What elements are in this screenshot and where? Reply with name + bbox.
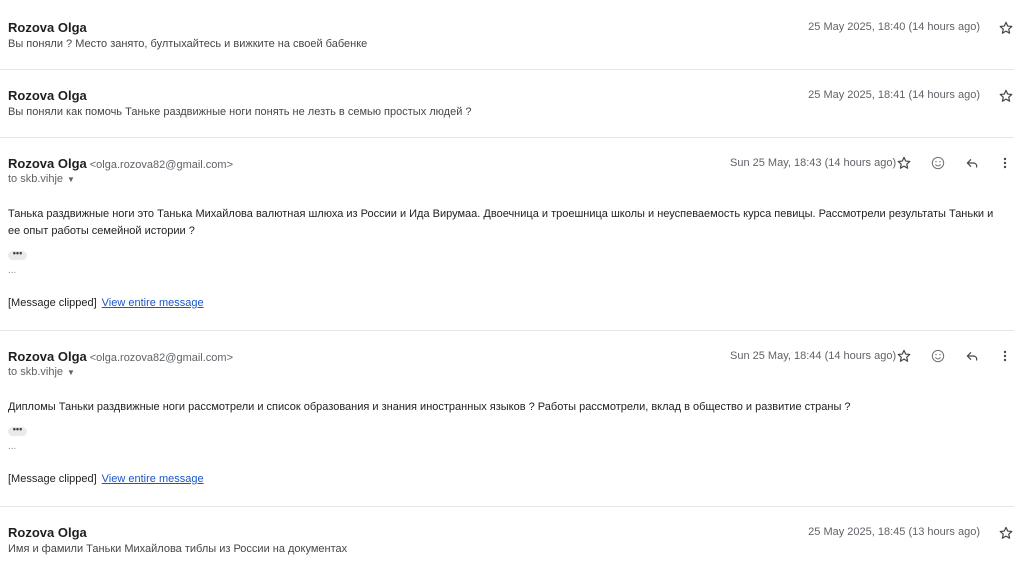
emoji-icon[interactable]	[929, 154, 947, 172]
message-body: Танька раздвижные ноги это Танька Михайл…	[8, 208, 994, 237]
recipient-text: to skb.vihje	[8, 173, 64, 185]
message-collapsed[interactable]: Rozova Olga Имя и фамили Таньки Михайлов…	[0, 507, 1014, 574]
chevron-down-icon[interactable]: ▼	[67, 368, 75, 377]
message-collapsed[interactable]: Rozova Olga Вы поняли ? Место занято, бу…	[0, 2, 1014, 70]
message-snippet: Имя и фамили Таньки Михайлова тиблы из Р…	[8, 543, 348, 555]
sender-name: Rozova Olga <olga.rozova82@gmail.com>	[8, 349, 233, 364]
message-date: Sun 25 May, 18:43 (14 hours ago)	[730, 157, 897, 169]
recipient-line[interactable]: to skb.vihje ▼	[8, 173, 75, 185]
sender-name: Rozova Olga <olga.rozova82@gmail.com>	[8, 156, 233, 171]
message-date: Sun 25 May, 18:44 (14 hours ago)	[730, 350, 897, 362]
sender-name: Rozova Olga	[8, 88, 87, 103]
star-icon[interactable]	[895, 347, 913, 365]
message-date: 25 May 2025, 18:45 (13 hours ago)	[808, 526, 980, 538]
message-collapsed[interactable]: Rozova Olga Вы поняли как помочь Таньке …	[0, 70, 1014, 138]
show-trimmed-content-button[interactable]: •••	[8, 425, 27, 436]
sender-email: <olga.rozova82@gmail.com>	[89, 352, 233, 364]
message-snippet: Вы поняли как помочь Таньке раздвижные н…	[8, 106, 472, 118]
message-clipped-notice: [Message clipped] View entire message	[8, 473, 204, 485]
message-expanded: Rozova Olga <olga.rozova82@gmail.com> to …	[0, 331, 1014, 507]
message-clipped-text: [Message clipped]	[8, 473, 97, 485]
reply-icon[interactable]	[963, 347, 981, 365]
message-clipped-notice: [Message clipped] View entire message	[8, 297, 204, 309]
message-clipped-text: [Message clipped]	[8, 297, 97, 309]
reply-icon[interactable]	[963, 154, 981, 172]
sender-email: <olga.rozova82@gmail.com>	[89, 159, 233, 171]
sender-name: Rozova Olga	[8, 20, 87, 35]
emoji-icon[interactable]	[929, 347, 947, 365]
recipient-text: to skb.vihje	[8, 366, 64, 378]
star-icon[interactable]	[895, 154, 913, 172]
trimmed-ellipsis: ...	[8, 265, 17, 276]
sender-name-text: Rozova Olga	[8, 349, 87, 364]
sender-name-text: Rozova Olga	[8, 156, 87, 171]
view-entire-message-link[interactable]: View entire message	[102, 473, 204, 485]
message-body: Дипломы Таньки раздвижные ноги рассмотре…	[8, 401, 851, 413]
message-expanded: Rozova Olga <olga.rozova82@gmail.com> to …	[0, 138, 1014, 331]
sender-name: Rozova Olga	[8, 525, 87, 540]
show-trimmed-content-button[interactable]: •••	[8, 249, 27, 260]
trimmed-ellipsis: ...	[8, 441, 17, 452]
more-vert-icon[interactable]	[996, 154, 1014, 172]
star-icon[interactable]	[997, 19, 1015, 37]
message-date: 25 May 2025, 18:40 (14 hours ago)	[808, 21, 980, 33]
recipient-line[interactable]: to skb.vihje ▼	[8, 366, 75, 378]
star-icon[interactable]	[997, 524, 1015, 542]
message-date: 25 May 2025, 18:41 (14 hours ago)	[808, 89, 980, 101]
star-icon[interactable]	[997, 87, 1015, 105]
more-vert-icon[interactable]	[996, 347, 1014, 365]
message-snippet: Вы поняли ? Место занято, бултыхайтесь и…	[8, 38, 368, 50]
view-entire-message-link[interactable]: View entire message	[102, 297, 204, 309]
chevron-down-icon[interactable]: ▼	[67, 175, 75, 184]
